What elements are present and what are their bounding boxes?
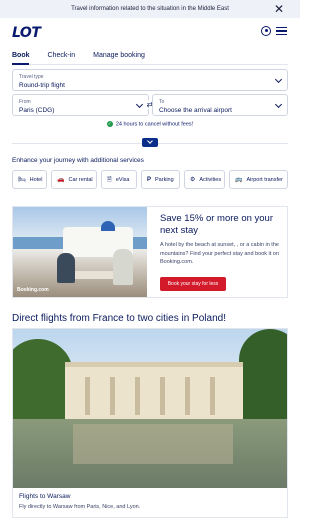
chevron-down-icon	[147, 138, 153, 144]
close-icon[interactable]: ✕	[274, 1, 284, 17]
tab-book[interactable]: Book	[12, 52, 30, 62]
service-label: Activities	[199, 176, 222, 183]
bed-icon: 🛏	[18, 177, 26, 183]
service-label: Car rental	[68, 176, 93, 183]
book-stay-button[interactable]: Book your stay for less	[160, 277, 226, 291]
chevron-down-icon	[135, 100, 144, 109]
booking-tabs: Book Check-in Manage booking	[12, 52, 163, 62]
lot-logo[interactable]: LOT	[12, 25, 41, 41]
travel-type-value: Round-trip flight	[19, 82, 65, 89]
free-cancellation-note: ✓ 24 hours to cancel without fees!	[0, 121, 300, 127]
car-icon: 🚗	[57, 177, 65, 183]
card-title[interactable]: Flights to Warsaw	[19, 493, 70, 500]
from-airport-field[interactable]: From Paris (CDG)	[12, 94, 149, 116]
service-activities[interactable]: ⚙ Activities	[184, 170, 225, 189]
services-list: 🛏 Hotel 🚗 Car rental 🗎 eVisa P Parking ⚙ Acti…	[12, 170, 288, 189]
tab-divider	[12, 63, 288, 65]
to-value: Choose the arrival airport	[159, 107, 232, 114]
promo-image: Booking.com	[13, 207, 147, 297]
booking-promo-card: Booking.com Save 15% or more on your nex…	[12, 206, 288, 298]
bus-icon: 🚌	[235, 177, 243, 183]
service-car-rental[interactable]: 🚗 Car rental	[51, 170, 97, 189]
active-tab-indicator	[12, 63, 29, 65]
to-airport-field[interactable]: To Choose the arrival airport	[152, 94, 288, 116]
promo-description: A hotel by the beach at sunset, , or a c…	[160, 242, 279, 265]
check-circle-icon: ✓	[106, 121, 113, 127]
image-credit: Booking.com	[17, 287, 49, 293]
parking-icon: P	[147, 176, 152, 183]
service-hotel[interactable]: 🛏 Hotel	[12, 170, 47, 189]
chevron-down-icon	[274, 100, 283, 109]
service-airport-transfer[interactable]: 🚌 Airport transfer	[229, 170, 288, 189]
from-value: Paris (CDG)	[19, 107, 55, 114]
direct-flights-heading: Direct flights from France to two cities…	[12, 313, 226, 324]
to-label: To	[159, 99, 165, 105]
user-icon[interactable]	[261, 26, 271, 36]
hamburger-menu-icon[interactable]	[276, 27, 287, 35]
info-banner[interactable]: Travel information related to the situat…	[0, 0, 300, 18]
from-label: From	[19, 99, 31, 105]
service-label: Parking	[155, 176, 174, 183]
document-icon: 🗎	[107, 176, 112, 183]
activities-icon: ⚙	[190, 177, 196, 183]
chevron-down-icon	[274, 75, 283, 84]
promo-title: Save 15% or more on your next stay	[160, 213, 274, 236]
card-description: Fly directly to Warsaw from Paris, Nice,…	[19, 504, 141, 510]
service-evisa[interactable]: 🗎 eVisa	[101, 170, 137, 189]
tab-manage-booking[interactable]: Manage booking	[93, 52, 145, 62]
warsaw-flights-card[interactable]: Flights to Warsaw Fly directly to Warsaw…	[12, 328, 288, 518]
expand-search-button[interactable]	[142, 138, 158, 147]
service-label: Hotel	[29, 176, 43, 183]
warsaw-palace-image	[13, 329, 287, 488]
cancel-note-text: 24 hours to cancel without fees!	[115, 121, 194, 128]
travel-type-select[interactable]: Travel type Round-trip flight	[12, 69, 288, 91]
travel-type-label: Travel type	[19, 74, 44, 80]
service-label: eVisa	[115, 176, 130, 183]
services-heading: Enhance your journey with additional ser…	[12, 157, 144, 164]
tab-check-in[interactable]: Check-in	[48, 52, 76, 62]
service-label: Airport transfer	[246, 176, 283, 183]
site-header: LOT	[0, 18, 300, 46]
service-parking[interactable]: P Parking	[141, 170, 180, 189]
banner-message[interactable]: Travel information related to the situat…	[71, 6, 229, 12]
